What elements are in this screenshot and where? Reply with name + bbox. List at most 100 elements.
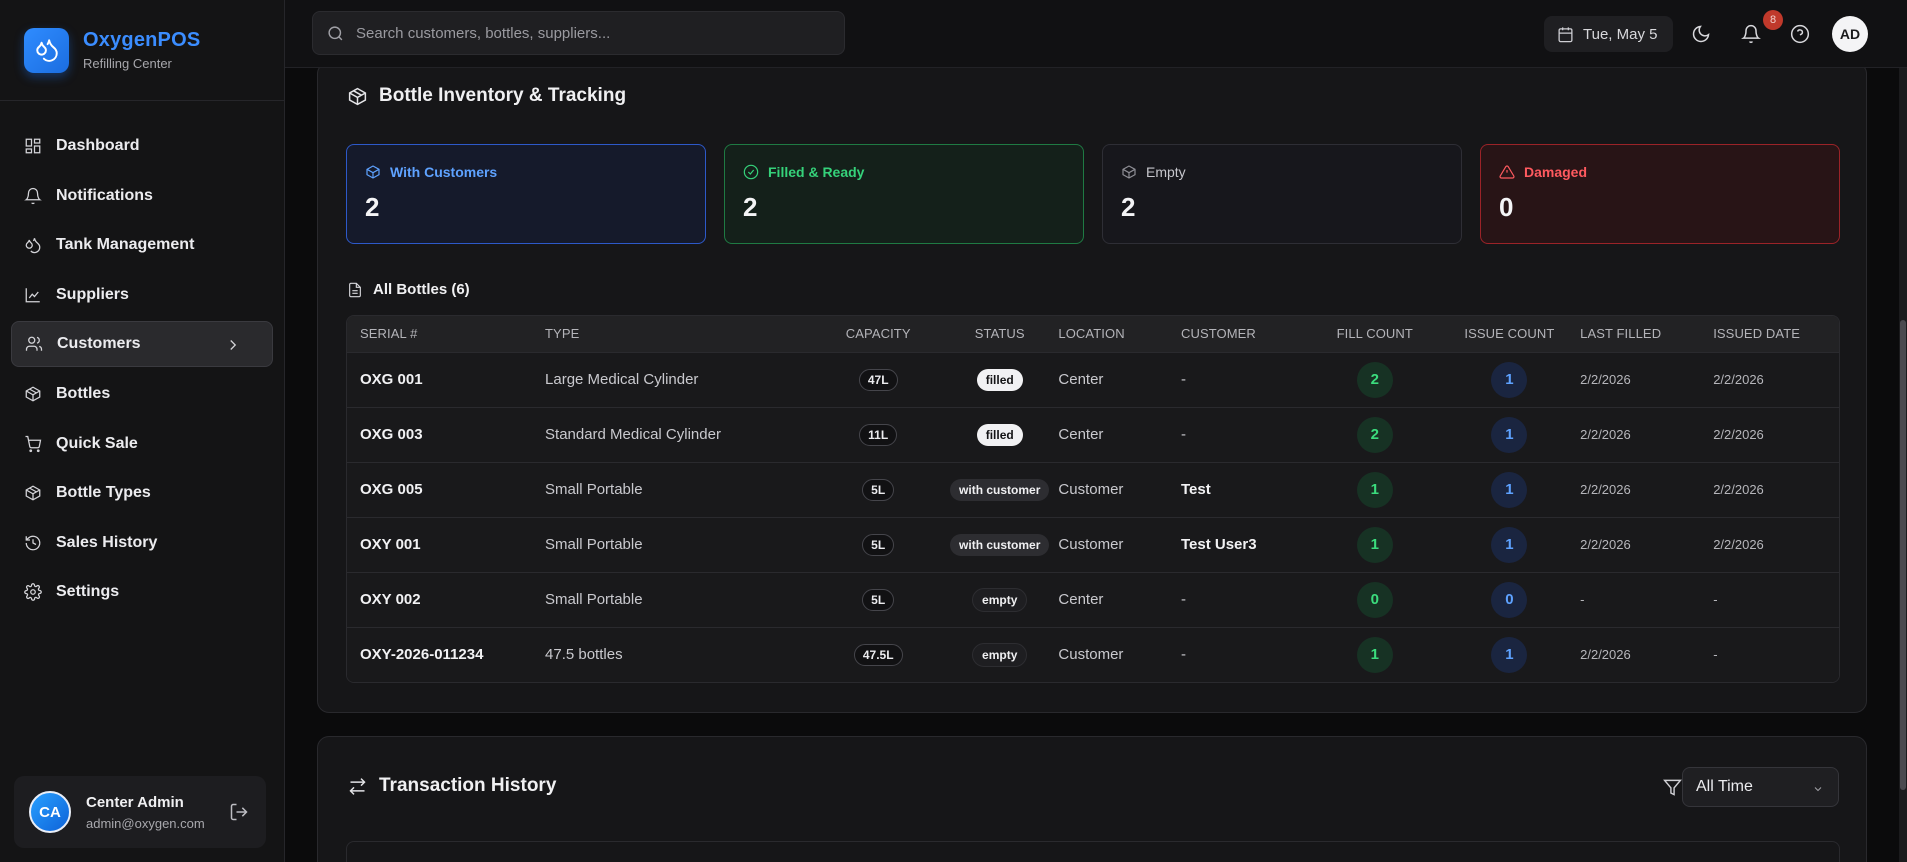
cell-last-filled: 2/2/2026 xyxy=(1580,427,1631,442)
cell-customer: - xyxy=(1180,591,1186,608)
history-icon xyxy=(25,535,41,551)
swap-icon xyxy=(349,777,366,795)
cell-location: Customer xyxy=(1058,481,1124,498)
top-header: Tue, May 5 8 AD xyxy=(285,0,1907,68)
sidebar-item-customers[interactable]: Customers xyxy=(11,321,273,368)
column-header[interactable]: Status xyxy=(941,316,1058,352)
sidebar-item-suppliers[interactable]: Suppliers xyxy=(11,272,273,318)
cell-serial: OXY-2026-011234 xyxy=(360,646,484,664)
warning-icon xyxy=(1499,165,1515,179)
select-value: All Time xyxy=(1696,778,1753,795)
table-row[interactable]: OXG 005 Small Portable 5L with customer … xyxy=(347,462,1839,517)
logout-icon[interactable] xyxy=(229,802,249,822)
package-icon xyxy=(25,386,41,402)
moon-icon[interactable] xyxy=(1691,24,1711,44)
status-badge: filled xyxy=(976,368,1023,391)
document-icon xyxy=(349,282,361,297)
cell-location: Center xyxy=(1058,426,1104,443)
user-card: CA Center Admin admin@oxygen.com xyxy=(14,776,266,848)
main-content: Bottle Inventory & Tracking With Custome… xyxy=(285,68,1907,862)
fill-count-badge: 0 xyxy=(1356,581,1393,618)
column-header[interactable]: Serial # xyxy=(347,316,545,352)
capacity-badge: 11L xyxy=(859,423,898,446)
header-avatar[interactable]: AD xyxy=(1832,16,1868,52)
cell-serial: OXG 005 xyxy=(360,481,423,498)
issue-count-badge: 1 xyxy=(1491,416,1528,453)
stat-label: With Customers xyxy=(390,164,498,180)
stat-value: 2 xyxy=(743,192,758,222)
capacity-badge: 5L xyxy=(862,588,895,611)
capacity-badge: 5L xyxy=(862,478,895,501)
help-icon[interactable] xyxy=(1790,24,1810,44)
column-header[interactable]: Issued Date xyxy=(1713,316,1839,352)
sidebar-item-sales-history[interactable]: Sales History xyxy=(11,520,273,566)
calendar-icon xyxy=(1558,26,1573,42)
filter-icon xyxy=(1663,779,1682,796)
cell-type: Small Portable xyxy=(545,536,643,553)
cell-issued-date: 2/2/2026 xyxy=(1713,482,1764,497)
sidebar-item-tank-management[interactable]: Tank Management xyxy=(11,222,273,268)
user-name: Center Admin xyxy=(86,793,184,811)
issue-count-badge: 1 xyxy=(1491,636,1528,673)
bottles-table: Serial # Type Capacity Status Location C… xyxy=(346,315,1840,683)
sidebar-item-quick-sale[interactable]: Quick Sale xyxy=(11,421,273,467)
sidebar-item-settings[interactable]: Settings xyxy=(11,569,273,615)
fill-count-badge: 2 xyxy=(1356,416,1393,453)
fill-count-badge: 1 xyxy=(1356,636,1393,673)
date-display[interactable]: Tue, May 5 xyxy=(1544,16,1673,52)
cell-issued-date: 2/2/2026 xyxy=(1713,537,1764,552)
table-row[interactable]: OXG 001 Large Medical Cylinder 47L fille… xyxy=(347,352,1839,407)
package-icon xyxy=(1122,165,1136,179)
column-header[interactable]: Issue Count xyxy=(1439,316,1580,352)
bell-icon[interactable] xyxy=(1741,24,1761,44)
sidebar-item-bottle-types[interactable]: Bottle Types xyxy=(11,470,273,516)
column-header[interactable]: Last Filled xyxy=(1580,316,1713,352)
search-box xyxy=(312,11,845,55)
package-icon xyxy=(366,165,380,179)
table-header-row: Serial # Type Capacity Status Location C… xyxy=(347,316,1839,352)
issue-count-badge: 1 xyxy=(1491,471,1528,508)
sidebar-item-dashboard[interactable]: Dashboard xyxy=(11,123,273,169)
column-header[interactable]: Capacity xyxy=(815,316,941,352)
cell-customer: Test User3 xyxy=(1180,536,1257,553)
sidebar-item-label: Bottle Types xyxy=(56,484,151,502)
sidebar-item-notifications[interactable]: Notifications xyxy=(11,173,273,219)
stat-value: 2 xyxy=(1121,192,1136,222)
sidebar-item-label: Bottles xyxy=(56,384,111,402)
chevron-down-icon xyxy=(1814,787,1822,792)
time-range-select[interactable]: All Time xyxy=(1682,767,1839,807)
avatar[interactable]: CA xyxy=(29,791,71,833)
cell-type: Small Portable xyxy=(545,591,643,608)
stat-label: Filled & Ready xyxy=(768,164,865,180)
cell-type: Standard Medical Cylinder xyxy=(545,426,721,443)
scroll-thumb[interactable] xyxy=(1900,320,1906,790)
stat-empty: Empty 2 xyxy=(1102,144,1462,244)
transaction-table xyxy=(346,841,1840,862)
column-header[interactable]: Type xyxy=(545,316,815,352)
search-input[interactable] xyxy=(356,24,836,42)
table-row[interactable]: OXY 002 Small Portable 5L empty Center -… xyxy=(347,572,1839,627)
sidebar-item-label: Quick Sale xyxy=(56,434,138,452)
sidebar-nav: Dashboard Notifications Tank Management … xyxy=(0,101,284,615)
cell-customer: - xyxy=(1180,426,1186,443)
sidebar-item-bottles[interactable]: Bottles xyxy=(11,371,273,417)
sidebar-item-label: Dashboard xyxy=(56,137,140,154)
chart-icon xyxy=(25,288,40,303)
table-row[interactable]: OXY 001 Small Portable 5L with customer … xyxy=(347,517,1839,572)
cell-serial: OXY 002 xyxy=(360,591,421,608)
cell-location: Customer xyxy=(1058,536,1124,553)
column-header[interactable]: Location xyxy=(1058,316,1181,352)
table-row[interactable]: OXG 003 Standard Medical Cylinder 11L fi… xyxy=(347,407,1839,462)
droplets-icon xyxy=(25,238,41,254)
cart-icon xyxy=(25,435,42,452)
notification-badge: 8 xyxy=(1763,10,1783,30)
cell-customer: Test xyxy=(1180,481,1211,498)
scrollbar[interactable] xyxy=(1899,68,1907,862)
column-header[interactable]: Customer xyxy=(1181,316,1311,352)
package-icon xyxy=(348,87,367,105)
fill-count-badge: 2 xyxy=(1356,361,1393,398)
stat-label: Empty xyxy=(1146,164,1186,180)
table-row[interactable]: OXY-2026-011234 47.5 bottles 47.5L empty… xyxy=(347,627,1839,682)
column-header[interactable]: Fill Count xyxy=(1311,316,1439,352)
cell-last-filled: - xyxy=(1580,592,1585,607)
